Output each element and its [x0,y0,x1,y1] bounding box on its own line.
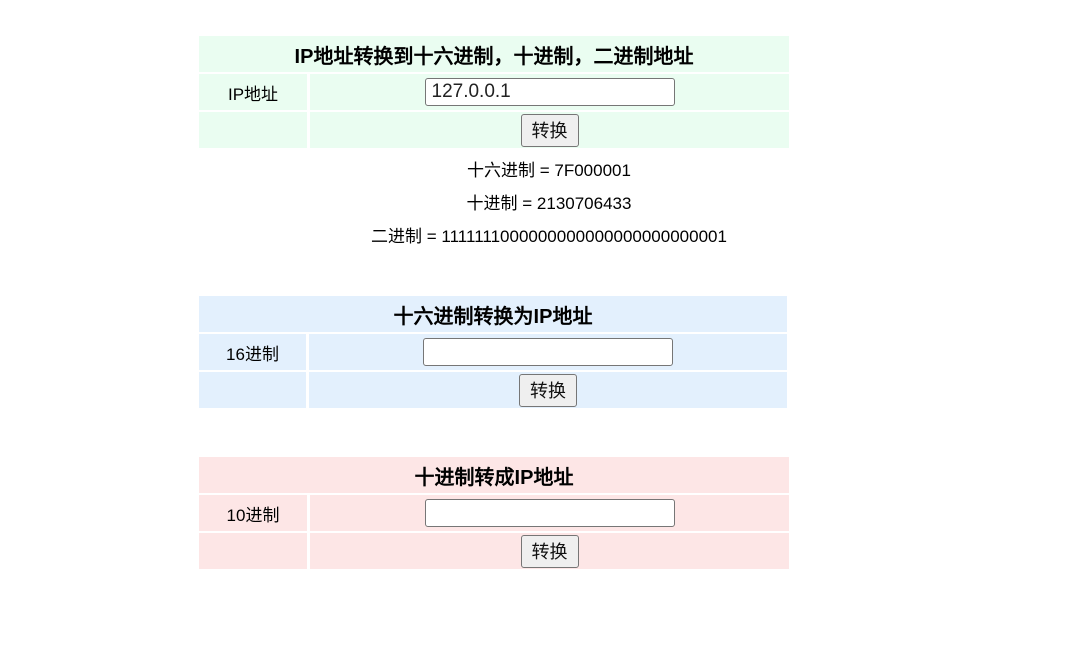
bin-result-label: 二进制 [371,227,423,246]
dec-to-ip-panel: 十进制转成IP地址 10进制 转换 [199,457,789,569]
convert-button-cell: 转换 [309,370,787,408]
empty-label-cell [199,370,309,408]
dec-convert-button[interactable]: 转换 [520,534,579,568]
hex-result-label: 十六进制 [467,161,536,180]
hex-input[interactable] [423,338,673,366]
dec-result: 十进制 = 2130706433 [466,194,632,213]
ip-address-input[interactable] [424,78,675,106]
dec-to-ip-title: 十进制转成IP地址 [199,457,789,493]
ip-to-number-title: IP地址转换到十六进制，十进制，二进制地址 [199,36,789,72]
ip-convert-button[interactable]: 转换 [520,113,579,147]
convert-button-cell: 转换 [310,531,789,569]
dec-field-cell [310,493,789,531]
page: IP地址转换到十六进制，十进制，二进制地址 IP地址 转换 十六进制 = 7F0… [0,0,1089,668]
hex-to-ip-title: 十六进制转换为IP地址 [199,296,787,332]
convert-button-cell: 转换 [310,110,789,148]
bin-result-value: 1111111000000000000000000000001 [441,227,727,246]
ip-address-field-cell [310,72,789,110]
ip-address-label: IP地址 [199,72,310,110]
dec-result-label: 十进制 [466,194,518,213]
hex-label: 16进制 [199,332,309,370]
hex-result-value: 7F000001 [554,161,631,180]
hex-field-cell [309,332,787,370]
empty-label-cell [199,531,310,569]
bin-result: 二进制 = 1111111000000000000000000000001 [371,227,727,246]
ip-to-number-panel: IP地址转换到十六进制，十进制，二进制地址 IP地址 转换 [199,36,789,148]
dec-result-value: 2130706433 [536,194,632,213]
dec-input[interactable] [424,499,675,527]
hex-convert-button[interactable]: 转换 [519,373,577,407]
hex-to-ip-panel: 十六进制转换为IP地址 16进制 转换 [199,296,787,408]
empty-label-cell [199,110,310,148]
hex-result: 十六进制 = 7F000001 [467,161,631,180]
dec-label: 10进制 [199,493,310,531]
